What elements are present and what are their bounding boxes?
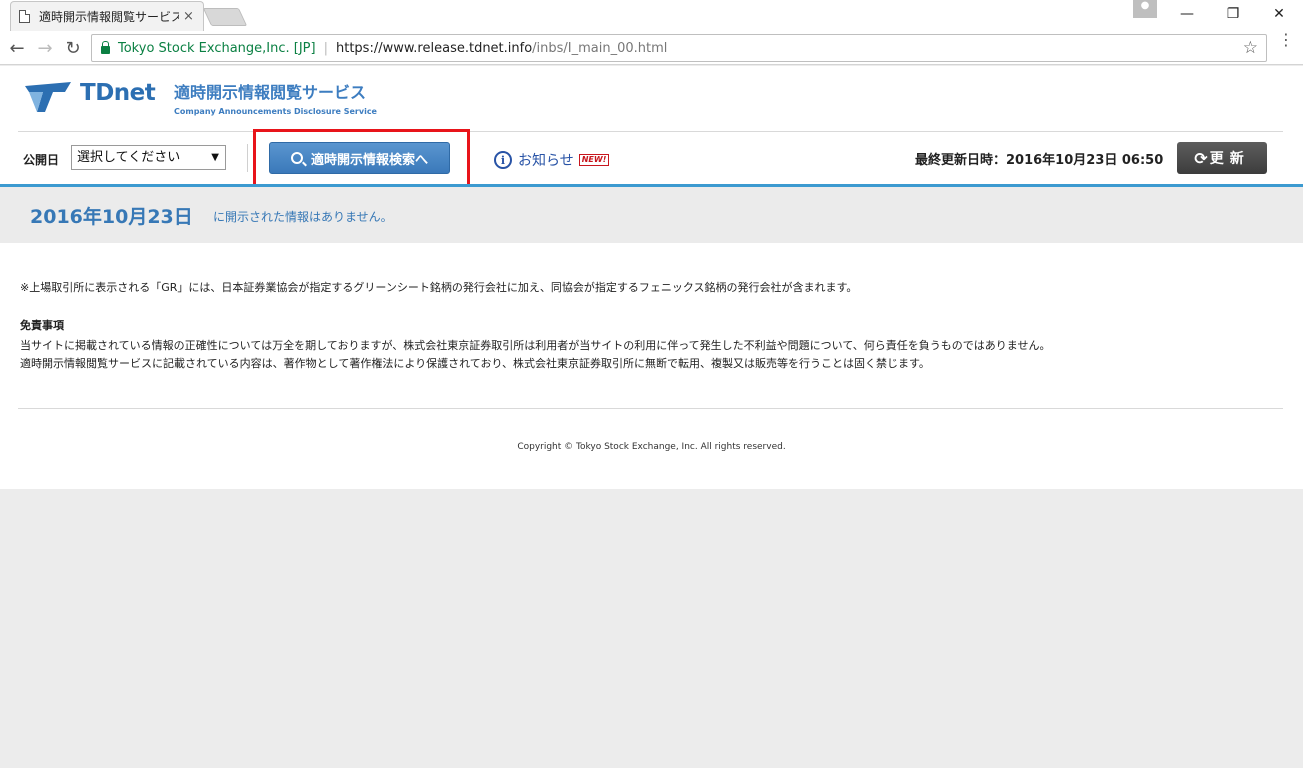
last-updated-text: 最終更新日時：2016年10月23日 06:50	[915, 153, 1164, 168]
header-divider	[18, 131, 1283, 132]
selected-date: 2016年10月23日	[30, 206, 193, 228]
tab-close-icon[interactable]: ×	[183, 9, 194, 24]
url-divider: |	[323, 40, 328, 56]
browser-titlebar: 適時開示情報閲覧サービス × ● — ❐ ✕	[0, 0, 1303, 31]
tdnet-logo-icon[interactable]	[23, 78, 73, 114]
logo-text[interactable]: TDnet	[80, 80, 156, 106]
lock-icon	[101, 41, 110, 54]
close-window-button[interactable]: ✕	[1256, 0, 1302, 28]
info-icon: i	[494, 151, 512, 169]
restore-button[interactable]: ❐	[1210, 0, 1256, 28]
browser-tab[interactable]: 適時開示情報閲覧サービス ×	[10, 1, 204, 31]
copyright: Copyright © Tokyo Stock Exchange, Inc. A…	[517, 442, 786, 452]
publish-date-label: 公開日	[23, 153, 60, 167]
profile-icon[interactable]: ●	[1133, 0, 1157, 18]
forward-icon[interactable]: →	[33, 36, 57, 60]
new-tab-button[interactable]	[202, 8, 248, 26]
new-badge: NEW!	[578, 154, 610, 166]
page-content: TDnet 適時開示情報閲覧サービス Company Announcements…	[0, 66, 1303, 489]
tab-title: 適時開示情報閲覧サービス	[39, 10, 179, 24]
search-icon	[290, 152, 303, 164]
browser-toolbar: ← → ↻ Tokyo Stock Exchange,Inc. [JP] | h…	[0, 31, 1303, 65]
refresh-icon: ⟳	[1194, 148, 1208, 168]
search-button-label: 適時開示情報検索へ	[310, 152, 428, 168]
gr-note: ※上場取引所に表示される「GR」には、日本証券業協会が指定するグリーンシート銘柄…	[20, 281, 858, 294]
chevron-down-icon: ▼	[211, 152, 219, 163]
page-icon	[19, 10, 30, 23]
footer-divider	[18, 408, 1283, 409]
minimize-button[interactable]: —	[1164, 0, 1210, 28]
browser-menu-icon[interactable]: ⋮	[1278, 32, 1294, 48]
disclaimer-title: 免責事項	[20, 319, 64, 332]
service-title: 適時開示情報閲覧サービス	[174, 83, 367, 102]
url-host: https://www.release.tdnet.info	[336, 40, 533, 56]
url-path: /inbs/I_main_00.html	[532, 40, 668, 56]
date-banner: 2016年10月23日 に開示された情報はありません。	[0, 187, 1303, 243]
address-bar[interactable]: Tokyo Stock Exchange,Inc. [JP] | https:/…	[91, 34, 1267, 62]
notice-label: お知らせ	[518, 153, 574, 169]
notice-link[interactable]: i お知らせ NEW!	[494, 150, 610, 170]
no-info-message: に開示された情報はありません。	[213, 210, 393, 224]
service-subtitle: Company Announcements Disclosure Service	[174, 107, 377, 116]
refresh-button[interactable]: ⟳ 更新	[1177, 142, 1267, 174]
disclaimer-line-1: 当サイトに掲載されている情報の正確性については万全を期しておりますが、株式会社東…	[20, 339, 1051, 352]
refresh-label: 更新	[1209, 151, 1250, 167]
date-select-value: 選択してください	[77, 150, 181, 165]
reload-icon[interactable]: ↻	[61, 36, 85, 60]
bookmark-star-icon[interactable]: ☆	[1243, 38, 1258, 58]
publish-date-select[interactable]: 選択してください ▼	[71, 145, 226, 170]
back-icon[interactable]: ←	[5, 36, 29, 60]
control-divider	[247, 144, 248, 172]
security-label: Tokyo Stock Exchange,Inc. [JP]	[118, 40, 316, 56]
disclaimer-line-2: 適時開示情報閲覧サービスに記載されている内容は、著作物として著作権法により保護さ…	[20, 357, 930, 370]
disclosure-search-button[interactable]: 適時開示情報検索へ	[269, 142, 450, 174]
